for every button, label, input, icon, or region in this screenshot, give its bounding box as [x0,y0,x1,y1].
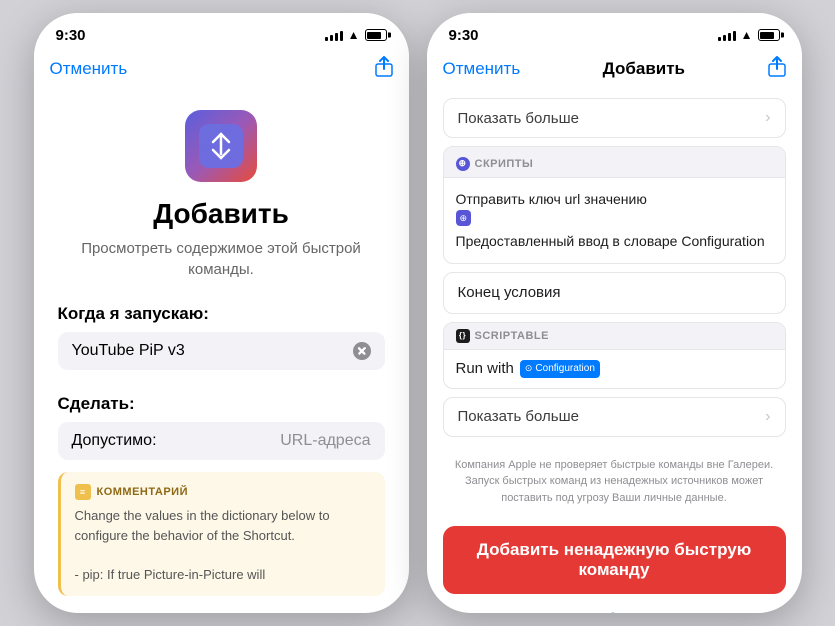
scripts-tag-label: ⊕ СКРИПТЫ [456,157,534,171]
scripts-tag: ⊕ СКРИПТЫ [444,147,785,178]
comment-header: ≡ КОММЕНТАРИЙ [75,484,371,500]
comment-icon: ≡ [75,484,91,500]
condition-end-row: Конец условия [443,272,786,314]
dictionary-row: СЛОВАРЬ [58,608,385,613]
wifi-icon-right: ▲ [741,28,753,42]
when-launch-label: Когда я запускаю: [58,304,385,324]
signal-bar-r1 [718,37,721,41]
right-scroll-area[interactable]: Показать больше › ⊕ СКРИПТЫ Отправить кл… [427,90,802,613]
nav-bar-right: Отменить Добавить [427,51,802,90]
allowed-row: Допустимо: URL-адреса [58,422,385,460]
config-badge-icon: ⊙ [525,363,533,374]
status-icons-left: ▲ [325,28,387,42]
scripts-dot-icon: ⊕ [456,157,470,171]
cancel-button-right[interactable]: Отменить [443,59,521,79]
signal-bar-2 [330,35,333,41]
wifi-icon-left: ▲ [348,28,360,42]
scripts-section: ⊕ СКРИПТЫ Отправить ключ url значению ⊕ … [443,146,786,264]
signal-bar-r4 [733,31,736,41]
status-bar-right: 9:30 ▲ [427,13,802,51]
scriptable-tag-label: {} SCRIPTABLE [456,329,773,343]
signal-bar-r3 [728,33,731,41]
battery-icon-left [365,29,387,41]
comment-label: КОММЕНТАРИЙ [97,486,189,498]
condition-end-text: Конец условия [458,284,561,301]
warning-box: Компания Apple не проверяет быстрые кома… [451,449,778,515]
signal-bar-4 [340,31,343,41]
chevron-right-icon-1: › [765,109,770,127]
provided-input-icon: ⊕ [456,210,472,226]
left-phone: 9:30 ▲ Отменить [34,13,409,613]
status-bar-left: 9:30 ▲ [34,13,409,51]
allowed-label-text: Допустимо: [72,432,157,450]
scrollable-content: Показать больше › ⊕ СКРИПТЫ Отправить кл… [427,98,802,613]
configuration-badge: ⊙ Configuration [520,360,600,378]
page-title-left: Добавить [153,198,289,230]
clear-input-button[interactable] [353,342,371,360]
dont-add-button[interactable]: Не добавлять [443,602,786,613]
allowed-value-text: URL-адреса [280,432,370,450]
dont-add-text: Не добавлять [559,610,668,613]
left-screen-content: Добавить Просмотреть содержимое этой быс… [34,90,409,613]
share-button-right[interactable] [768,55,786,82]
make-label: Сделать: [58,394,385,414]
cancel-button-left[interactable]: Отменить [50,59,128,79]
comment-content: Change the values in the dictionary belo… [75,506,371,584]
scriptable-content: Run with ⊙ Configuration [444,350,785,388]
battery-fill-right [760,32,774,39]
shortcuts-app-icon [185,110,257,182]
scriptable-section: {} SCRIPTABLE Run with ⊙ Configuration [443,322,786,389]
script-line-2: ⊕ Предоставленный ввод в словаре Configu… [456,210,773,252]
warning-text: Компания Apple не проверяет быстрые кома… [451,457,778,507]
battery-icon-right [758,29,780,41]
show-more-text-1: Показать больше [458,110,579,127]
comment-box: ≡ КОММЕНТАРИЙ Change the values in the d… [58,472,385,596]
status-time-left: 9:30 [56,27,86,44]
signal-bars-right [718,29,736,41]
run-line: Run with ⊙ Configuration [456,360,773,378]
show-more-button-1[interactable]: Показать больше › [443,98,786,138]
script-line-1: Отправить ключ url значению [456,188,773,210]
right-phone: 9:30 ▲ Отменить Добавить [427,13,802,613]
status-time-right: 9:30 [449,27,479,44]
left-main-content: Добавить Просмотреть содержимое этой быс… [34,90,409,613]
battery-fill-left [367,32,381,39]
dictionary-section: СЛОВАРЬ [58,608,385,613]
share-button-left[interactable] [375,55,393,82]
add-btn-text: Добавить ненадежную быструю команду [477,540,751,579]
signal-bars-left [325,29,343,41]
shortcut-name-input[interactable]: YouTube PiP v3 [58,332,385,370]
scriptable-tag: {} SCRIPTABLE [444,323,785,350]
status-icons-right: ▲ [718,28,780,42]
page-subtitle-left: Просмотреть содержимое этой быстрой кома… [58,238,385,280]
script-content: Отправить ключ url значению ⊕ Предоставл… [444,178,785,263]
signal-bar-1 [325,37,328,41]
scriptable-dot-icon: {} [456,329,470,343]
show-more-button-2[interactable]: Показать больше › [443,397,786,437]
signal-bar-r2 [723,35,726,41]
signal-bar-3 [335,33,338,41]
nav-title-right: Добавить [603,59,685,79]
nav-bar-left: Отменить [34,51,409,90]
show-more-text-2: Показать больше [458,408,579,425]
add-untrusted-shortcut-button[interactable]: Добавить ненадежную быструю команду [443,526,786,594]
chevron-right-icon-2: › [765,408,770,426]
shortcut-name-text: YouTube PiP v3 [72,342,185,360]
